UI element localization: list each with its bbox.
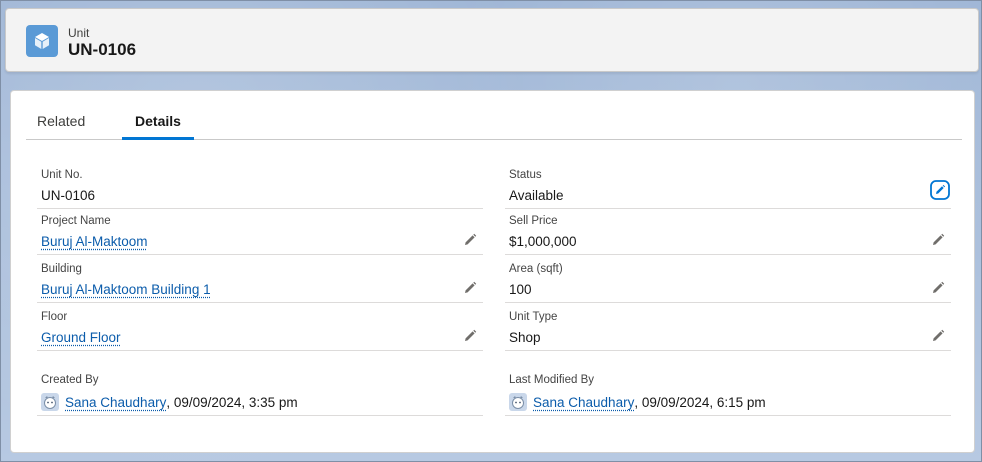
details-card: Related Details Unit No. UN-0106 Project… <box>10 90 975 453</box>
building-link[interactable]: Buruj Al-Maktoom Building 1 <box>41 282 211 297</box>
field-label: Unit Type <box>509 311 558 323</box>
field-label: Area (sqft) <box>509 263 563 275</box>
field-value: $1,000,000 <box>509 234 577 249</box>
field-value: UN-0106 <box>41 188 96 203</box>
field-floor: Floor Ground Floor <box>37 305 483 351</box>
created-by-user-link[interactable]: Sana Chaudhary <box>65 395 166 410</box>
modified-timestamp: , 09/09/2024, 6:15 pm <box>634 394 766 410</box>
field-project-name: Project Name Buruj Al-Maktoom <box>37 209 483 255</box>
field-label: Created By <box>41 374 99 386</box>
field-label: Building <box>41 263 82 275</box>
field-label: Floor <box>41 311 68 323</box>
user-avatar-icon <box>41 393 59 411</box>
field-status: Status Available <box>505 163 951 209</box>
field-unit-no: Unit No. UN-0106 <box>37 163 483 209</box>
pencil-icon[interactable] <box>463 233 477 247</box>
field-value: Available <box>509 188 564 203</box>
field-building: Building Buruj Al-Maktoom Building 1 <box>37 257 483 303</box>
field-label: Last Modified By <box>509 374 595 386</box>
tab-bar: Related Details <box>26 91 962 140</box>
audit-value: Sana Chaudhary , 09/09/2024, 6:15 pm <box>509 393 766 411</box>
field-label: Project Name <box>41 215 111 227</box>
field-label: Unit No. <box>41 169 83 181</box>
project-name-link[interactable]: Buruj Al-Maktoom <box>41 234 148 249</box>
field-label: Sell Price <box>509 215 558 227</box>
pencil-icon[interactable] <box>931 281 945 295</box>
pencil-icon[interactable] <box>931 233 945 247</box>
field-value: Shop <box>509 330 541 345</box>
tab-details[interactable]: Details <box>122 113 194 140</box>
field-last-modified-by: Last Modified By Sana Chaudhary , 09/09/… <box>505 368 951 416</box>
floor-link[interactable]: Ground Floor <box>41 330 121 345</box>
object-type-label: Unit <box>68 26 90 40</box>
last-modified-user-link[interactable]: Sana Chaudhary <box>533 395 634 410</box>
record-name: UN-0106 <box>68 40 137 59</box>
audit-value: Sana Chaudhary , 09/09/2024, 3:35 pm <box>41 393 298 411</box>
field-value: 100 <box>509 282 532 297</box>
tab-related[interactable]: Related <box>37 113 85 140</box>
created-timestamp: , 09/09/2024, 3:35 pm <box>166 394 298 410</box>
field-label: Status <box>509 169 542 181</box>
field-area: Area (sqft) 100 <box>505 257 951 303</box>
pencil-icon[interactable] <box>463 329 477 343</box>
field-sell-price: Sell Price $1,000,000 <box>505 209 951 255</box>
cube-icon <box>26 25 58 57</box>
record-header: Unit UN-0106 <box>5 8 979 72</box>
pencil-icon[interactable] <box>931 329 945 343</box>
field-created-by: Created By Sana Chaudhary , 09/09/2024, … <box>37 368 483 416</box>
edit-icon[interactable] <box>930 180 950 200</box>
pencil-icon[interactable] <box>463 281 477 295</box>
field-unit-type: Unit Type Shop <box>505 305 951 351</box>
user-avatar-icon <box>509 393 527 411</box>
